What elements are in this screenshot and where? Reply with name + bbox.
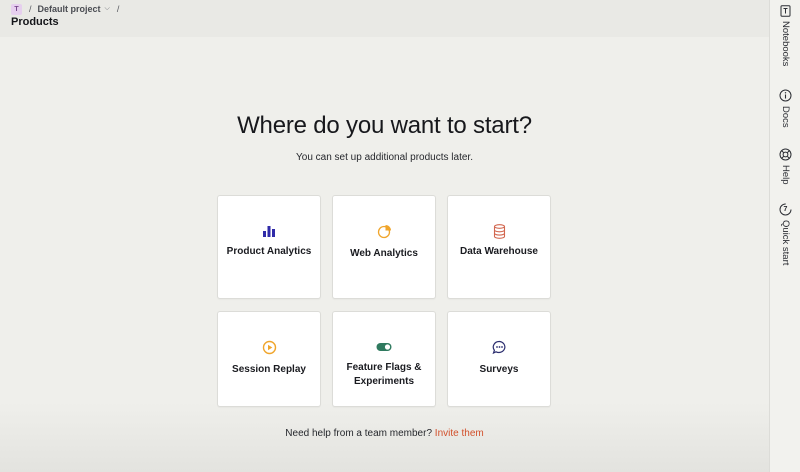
quick-start-count: 7	[783, 206, 788, 213]
right-sidebar: Notebooks Docs Help 7 Quick start	[769, 0, 800, 472]
product-card-label: Feature Flags & Experiments	[346, 362, 422, 387]
onboarding-heading: Where do you want to start?	[237, 112, 532, 139]
product-card-product-analytics[interactable]: Product Analytics	[217, 195, 321, 299]
toggle-icon	[376, 339, 392, 355]
sidebar-item-notebooks[interactable]: Notebooks	[770, 4, 800, 66]
product-card-feature-flags[interactable]: Feature Flags & Experiments	[332, 311, 436, 407]
bar-chart-icon	[261, 223, 277, 239]
chat-bubble-icon	[491, 339, 507, 355]
product-card-web-analytics[interactable]: Web Analytics	[332, 195, 436, 299]
sidebar-item-label: Notebooks	[780, 21, 791, 67]
help-footer: Need help from a team member? Invite the…	[0, 428, 769, 439]
product-grid: Product Analytics Web Analytics Data War…	[217, 195, 551, 407]
invite-them-link[interactable]: Invite them	[435, 428, 484, 439]
main-content: Where do you want to start? You can set …	[0, 37, 769, 472]
product-card-data-warehouse[interactable]: Data Warehouse	[447, 195, 551, 299]
top-bar: T / Default project ⌵ / Products	[0, 0, 769, 37]
product-card-session-replay[interactable]: Session Replay	[217, 311, 321, 407]
product-card-label: Session Replay	[232, 364, 306, 375]
breadcrumb-separator: /	[29, 4, 32, 14]
sidebar-item-quick-start[interactable]: 7 Quick start	[770, 203, 800, 265]
product-card-label: Web Analytics	[350, 248, 418, 259]
pie-chart-icon	[376, 223, 392, 239]
quick-start-badge: 7	[779, 203, 792, 216]
info-icon	[779, 89, 792, 102]
project-switcher[interactable]: Default project	[38, 4, 101, 14]
sidebar-item-label: Docs	[780, 106, 791, 128]
breadcrumb: T / Default project ⌵ /	[11, 3, 125, 15]
sidebar-item-label: Quick start	[780, 220, 791, 266]
page-title: Products	[11, 16, 59, 28]
product-card-label: Surveys	[479, 364, 519, 375]
breadcrumb-separator: /	[116, 4, 120, 14]
sidebar-item-help[interactable]: Help	[770, 148, 800, 185]
sidebar-item-docs[interactable]: Docs	[770, 89, 800, 128]
project-avatar[interactable]: T	[11, 3, 22, 15]
product-card-surveys[interactable]: Surveys	[447, 311, 551, 407]
sidebar-item-label: Help	[780, 165, 791, 185]
product-card-label: Data Warehouse	[460, 246, 538, 257]
notebook-icon	[779, 4, 792, 17]
product-card-label: Product Analytics	[226, 246, 312, 257]
play-circle-icon	[261, 339, 277, 355]
onboarding-subheading: You can set up additional products later…	[296, 152, 473, 163]
chevron-down-icon[interactable]: ⌵	[105, 5, 110, 13]
lifebuoy-icon	[779, 148, 792, 161]
help-text: Need help from a team member?	[285, 428, 433, 439]
database-icon	[491, 223, 507, 239]
